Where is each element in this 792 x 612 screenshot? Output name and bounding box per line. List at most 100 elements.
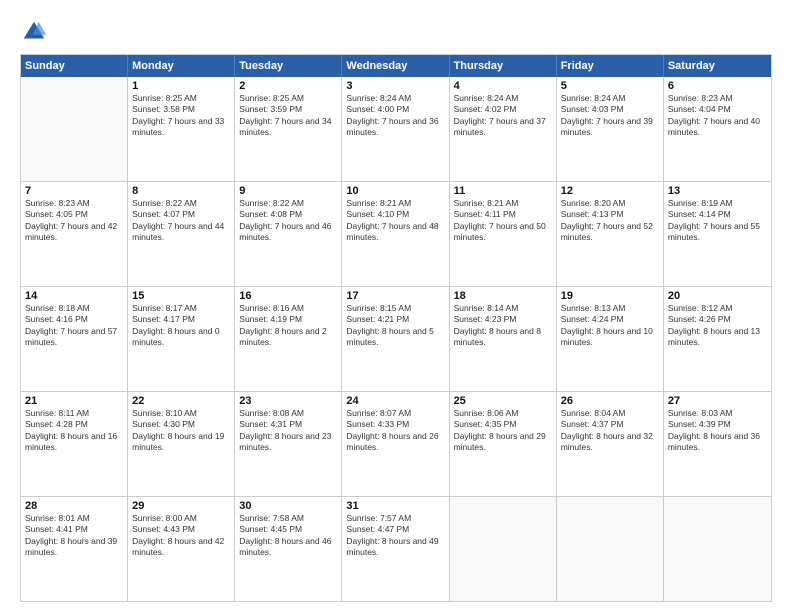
day-number: 10: [346, 185, 444, 197]
calendar-cell: 10Sunrise: 8:21 AMSunset: 4:10 PMDayligh…: [342, 182, 449, 286]
day-info: Sunrise: 8:10 AMSunset: 4:30 PMDaylight:…: [132, 408, 230, 454]
calendar-cell: 11Sunrise: 8:21 AMSunset: 4:11 PMDayligh…: [450, 182, 557, 286]
calendar-cell: 28Sunrise: 8:01 AMSunset: 4:41 PMDayligh…: [21, 497, 128, 601]
day-number: 22: [132, 395, 230, 407]
day-info: Sunrise: 8:00 AMSunset: 4:43 PMDaylight:…: [132, 513, 230, 559]
day-info: Sunrise: 8:08 AMSunset: 4:31 PMDaylight:…: [239, 408, 337, 454]
day-info: Sunrise: 8:23 AMSunset: 4:05 PMDaylight:…: [25, 198, 123, 244]
calendar-cell: [557, 497, 664, 601]
day-info: Sunrise: 8:21 AMSunset: 4:10 PMDaylight:…: [346, 198, 444, 244]
day-number: 28: [25, 500, 123, 512]
day-number: 12: [561, 185, 659, 197]
calendar-row: 1Sunrise: 8:25 AMSunset: 3:58 PMDaylight…: [21, 77, 771, 181]
calendar-cell: 14Sunrise: 8:18 AMSunset: 4:16 PMDayligh…: [21, 287, 128, 391]
calendar-row: 21Sunrise: 8:11 AMSunset: 4:28 PMDayligh…: [21, 391, 771, 496]
calendar-cell: 29Sunrise: 8:00 AMSunset: 4:43 PMDayligh…: [128, 497, 235, 601]
day-number: 1: [132, 80, 230, 92]
day-info: Sunrise: 8:11 AMSunset: 4:28 PMDaylight:…: [25, 408, 123, 454]
calendar-cell: 12Sunrise: 8:20 AMSunset: 4:13 PMDayligh…: [557, 182, 664, 286]
day-info: Sunrise: 8:01 AMSunset: 4:41 PMDaylight:…: [25, 513, 123, 559]
calendar-cell: [664, 497, 771, 601]
weekday-header: Saturday: [664, 55, 771, 77]
day-number: 7: [25, 185, 123, 197]
day-info: Sunrise: 8:13 AMSunset: 4:24 PMDaylight:…: [561, 303, 659, 349]
calendar-cell: 27Sunrise: 8:03 AMSunset: 4:39 PMDayligh…: [664, 392, 771, 496]
day-number: 31: [346, 500, 444, 512]
calendar: SundayMondayTuesdayWednesdayThursdayFrid…: [20, 54, 772, 602]
day-number: 19: [561, 290, 659, 302]
header: [20, 18, 772, 46]
weekday-header: Wednesday: [342, 55, 449, 77]
day-info: Sunrise: 8:21 AMSunset: 4:11 PMDaylight:…: [454, 198, 552, 244]
calendar-cell: 20Sunrise: 8:12 AMSunset: 4:26 PMDayligh…: [664, 287, 771, 391]
day-number: 3: [346, 80, 444, 92]
calendar-cell: 22Sunrise: 8:10 AMSunset: 4:30 PMDayligh…: [128, 392, 235, 496]
day-number: 23: [239, 395, 337, 407]
day-info: Sunrise: 7:58 AMSunset: 4:45 PMDaylight:…: [239, 513, 337, 559]
day-number: 2: [239, 80, 337, 92]
day-info: Sunrise: 8:04 AMSunset: 4:37 PMDaylight:…: [561, 408, 659, 454]
calendar-cell: 19Sunrise: 8:13 AMSunset: 4:24 PMDayligh…: [557, 287, 664, 391]
day-number: 16: [239, 290, 337, 302]
day-number: 21: [25, 395, 123, 407]
calendar-cell: [450, 497, 557, 601]
calendar-cell: 2Sunrise: 8:25 AMSunset: 3:59 PMDaylight…: [235, 77, 342, 181]
calendar-body: 1Sunrise: 8:25 AMSunset: 3:58 PMDaylight…: [21, 77, 771, 601]
day-number: 8: [132, 185, 230, 197]
day-info: Sunrise: 8:18 AMSunset: 4:16 PMDaylight:…: [25, 303, 123, 349]
day-number: 11: [454, 185, 552, 197]
day-number: 25: [454, 395, 552, 407]
day-number: 20: [668, 290, 767, 302]
calendar-cell: 13Sunrise: 8:19 AMSunset: 4:14 PMDayligh…: [664, 182, 771, 286]
calendar-cell: 7Sunrise: 8:23 AMSunset: 4:05 PMDaylight…: [21, 182, 128, 286]
day-info: Sunrise: 8:25 AMSunset: 3:58 PMDaylight:…: [132, 93, 230, 139]
calendar-cell: 23Sunrise: 8:08 AMSunset: 4:31 PMDayligh…: [235, 392, 342, 496]
calendar-cell: 30Sunrise: 7:58 AMSunset: 4:45 PMDayligh…: [235, 497, 342, 601]
calendar-cell: 6Sunrise: 8:23 AMSunset: 4:04 PMDaylight…: [664, 77, 771, 181]
calendar-cell: 1Sunrise: 8:25 AMSunset: 3:58 PMDaylight…: [128, 77, 235, 181]
day-number: 5: [561, 80, 659, 92]
day-number: 29: [132, 500, 230, 512]
day-info: Sunrise: 8:24 AMSunset: 4:03 PMDaylight:…: [561, 93, 659, 139]
calendar-header: SundayMondayTuesdayWednesdayThursdayFrid…: [21, 55, 771, 77]
calendar-row: 14Sunrise: 8:18 AMSunset: 4:16 PMDayligh…: [21, 286, 771, 391]
calendar-cell: 25Sunrise: 8:06 AMSunset: 4:35 PMDayligh…: [450, 392, 557, 496]
day-info: Sunrise: 8:24 AMSunset: 4:00 PMDaylight:…: [346, 93, 444, 139]
day-number: 17: [346, 290, 444, 302]
day-info: Sunrise: 7:57 AMSunset: 4:47 PMDaylight:…: [346, 513, 444, 559]
day-number: 6: [668, 80, 767, 92]
weekday-header: Sunday: [21, 55, 128, 77]
calendar-cell: 16Sunrise: 8:16 AMSunset: 4:19 PMDayligh…: [235, 287, 342, 391]
calendar-cell: 26Sunrise: 8:04 AMSunset: 4:37 PMDayligh…: [557, 392, 664, 496]
calendar-row: 7Sunrise: 8:23 AMSunset: 4:05 PMDaylight…: [21, 181, 771, 286]
day-info: Sunrise: 8:22 AMSunset: 4:08 PMDaylight:…: [239, 198, 337, 244]
day-number: 15: [132, 290, 230, 302]
day-info: Sunrise: 8:06 AMSunset: 4:35 PMDaylight:…: [454, 408, 552, 454]
day-info: Sunrise: 8:16 AMSunset: 4:19 PMDaylight:…: [239, 303, 337, 349]
calendar-cell: 9Sunrise: 8:22 AMSunset: 4:08 PMDaylight…: [235, 182, 342, 286]
day-number: 13: [668, 185, 767, 197]
weekday-header: Tuesday: [235, 55, 342, 77]
logo-icon: [20, 18, 48, 46]
calendar-cell: [21, 77, 128, 181]
calendar-cell: 4Sunrise: 8:24 AMSunset: 4:02 PMDaylight…: [450, 77, 557, 181]
calendar-cell: 3Sunrise: 8:24 AMSunset: 4:00 PMDaylight…: [342, 77, 449, 181]
calendar-cell: 15Sunrise: 8:17 AMSunset: 4:17 PMDayligh…: [128, 287, 235, 391]
day-info: Sunrise: 8:12 AMSunset: 4:26 PMDaylight:…: [668, 303, 767, 349]
calendar-cell: 24Sunrise: 8:07 AMSunset: 4:33 PMDayligh…: [342, 392, 449, 496]
weekday-header: Friday: [557, 55, 664, 77]
calendar-cell: 31Sunrise: 7:57 AMSunset: 4:47 PMDayligh…: [342, 497, 449, 601]
weekday-header: Thursday: [450, 55, 557, 77]
day-info: Sunrise: 8:14 AMSunset: 4:23 PMDaylight:…: [454, 303, 552, 349]
calendar-cell: 17Sunrise: 8:15 AMSunset: 4:21 PMDayligh…: [342, 287, 449, 391]
day-info: Sunrise: 8:19 AMSunset: 4:14 PMDaylight:…: [668, 198, 767, 244]
day-number: 14: [25, 290, 123, 302]
calendar-cell: 5Sunrise: 8:24 AMSunset: 4:03 PMDaylight…: [557, 77, 664, 181]
day-number: 30: [239, 500, 337, 512]
day-info: Sunrise: 8:23 AMSunset: 4:04 PMDaylight:…: [668, 93, 767, 139]
page: SundayMondayTuesdayWednesdayThursdayFrid…: [0, 0, 792, 612]
day-number: 24: [346, 395, 444, 407]
calendar-cell: 8Sunrise: 8:22 AMSunset: 4:07 PMDaylight…: [128, 182, 235, 286]
day-info: Sunrise: 8:03 AMSunset: 4:39 PMDaylight:…: [668, 408, 767, 454]
day-info: Sunrise: 8:20 AMSunset: 4:13 PMDaylight:…: [561, 198, 659, 244]
